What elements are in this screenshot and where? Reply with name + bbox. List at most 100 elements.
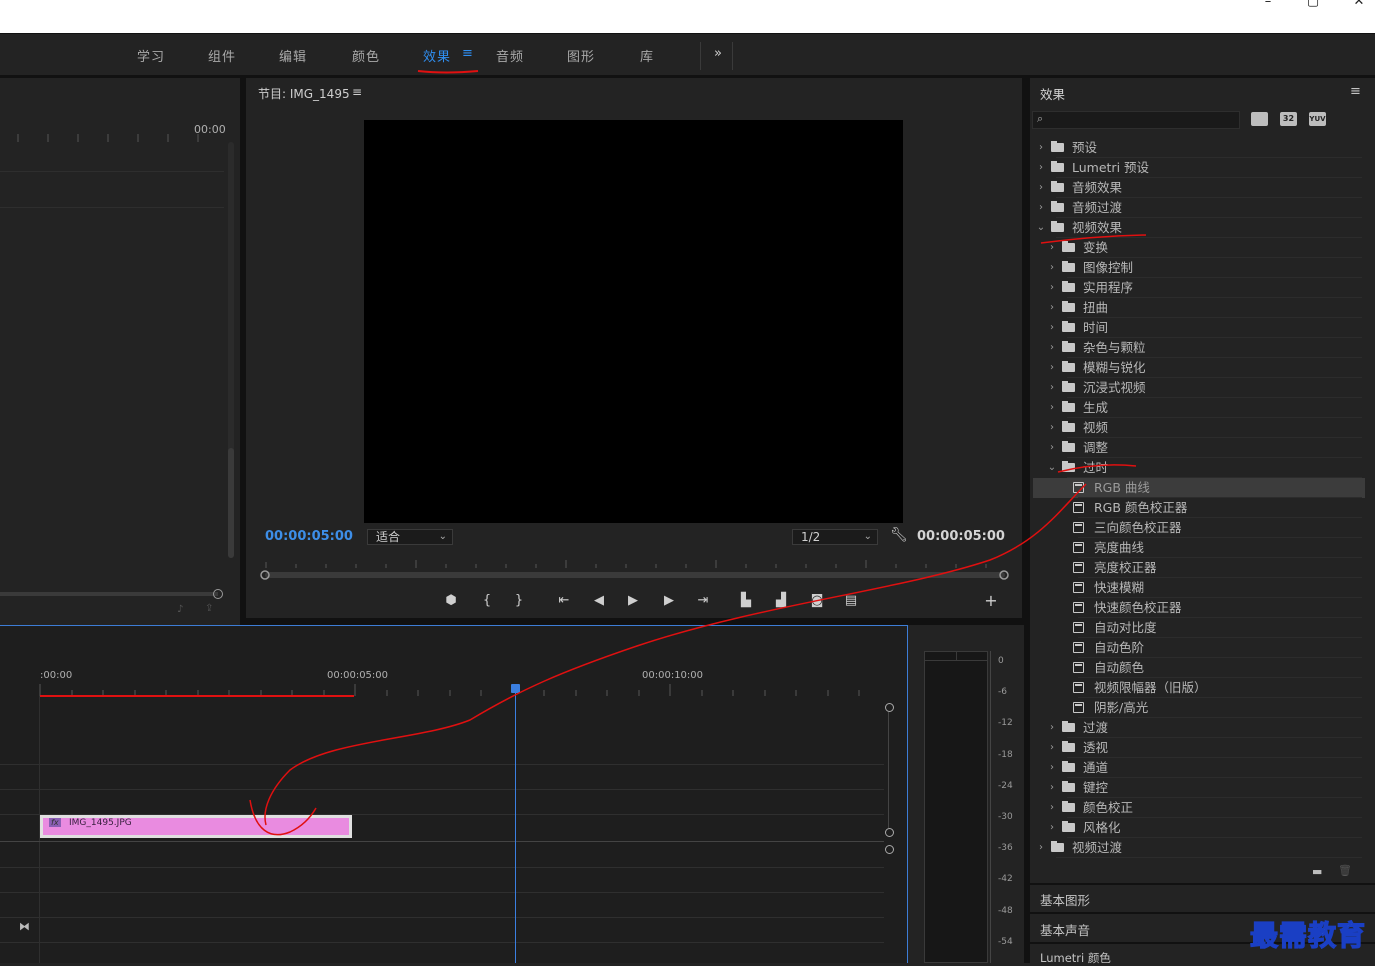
effects-tree-item[interactable]: 亮度校正器 (1033, 558, 1365, 578)
playhead-line[interactable] (515, 693, 516, 963)
chevron-right-icon[interactable]: › (1047, 758, 1057, 778)
chevron-right-icon[interactable]: › (1047, 278, 1057, 298)
source-scrollbar-thumb[interactable] (228, 448, 234, 558)
workspace-tab-color[interactable]: 颜色 (352, 46, 380, 65)
new-bin-icon[interactable]: ▬ (1312, 865, 1322, 878)
chevron-right-icon[interactable]: › (1047, 358, 1057, 378)
effects-tree-item[interactable]: › 风格化 (1033, 818, 1365, 838)
essential-graphics-panel[interactable]: 基本图形 (1040, 890, 1090, 909)
more-workspaces-icon[interactable]: » (714, 46, 723, 61)
workspace-tab-learn[interactable]: 学习 (137, 46, 165, 65)
effects-search-input[interactable]: ⌕ (1032, 111, 1240, 129)
chevron-down-icon[interactable]: ⌄ (1036, 218, 1046, 238)
chevron-right-icon[interactable]: › (1047, 338, 1057, 358)
lumetri-color-panel[interactable]: Lumetri 颜色 (1040, 950, 1111, 966)
effects-tree-item[interactable]: ⌄ 视频效果 (1033, 218, 1365, 238)
effects-tree-item[interactable]: › 变换 (1033, 238, 1365, 258)
workspace-tab-graphics[interactable]: 图形 (567, 46, 595, 65)
effects-tree-item[interactable]: ⌄ 过时 (1033, 458, 1365, 478)
effects-panel-menu-icon[interactable]: ≡ (1350, 84, 1361, 99)
fit-dropdown[interactable]: 适合 ⌄ (367, 529, 453, 545)
chevron-right-icon[interactable]: › (1047, 418, 1057, 438)
chevron-right-icon[interactable]: › (1047, 818, 1057, 838)
program-time-ruler[interactable] (258, 556, 1012, 584)
effects-panel-title[interactable]: 效果 (1040, 84, 1065, 103)
mark-in-icon[interactable]: { (477, 591, 497, 611)
close-icon[interactable]: ✕ (1344, 0, 1374, 14)
effects-tree-item[interactable]: › 杂色与颗粒 (1033, 338, 1365, 358)
program-monitor-title[interactable]: 节目: IMG_1495 (258, 85, 350, 102)
program-monitor-menu-icon[interactable]: ≡ (352, 85, 362, 99)
step-back-icon[interactable]: ◀︎ (589, 591, 609, 611)
comparison-view-icon[interactable]: ▤ (841, 591, 861, 611)
effects-tree-item[interactable]: 视频限幅器（旧版） (1033, 678, 1365, 698)
minimize-icon[interactable]: – (1253, 0, 1283, 14)
effects-tree-item[interactable]: RGB 颜色校正器 (1033, 498, 1365, 518)
chevron-right-icon[interactable]: › (1036, 198, 1046, 218)
effects-tree-item[interactable]: RGB 曲线 (1033, 478, 1365, 498)
track-zoom-icon[interactable]: ⧓ (19, 920, 30, 933)
source-zoom-handle[interactable] (213, 589, 223, 599)
timeline-scroll-handle[interactable] (885, 845, 894, 854)
effects-tree-item[interactable]: 快速颜色校正器 (1033, 598, 1365, 618)
workspace-tab-libraries[interactable]: 库 (640, 46, 654, 65)
chevron-right-icon[interactable]: › (1047, 438, 1057, 458)
add-button-icon[interactable]: + (981, 591, 1001, 611)
chevron-right-icon[interactable]: › (1036, 138, 1046, 158)
effects-tree-item[interactable]: › 音频效果 (1033, 178, 1365, 198)
source-scrollbar[interactable] (228, 142, 234, 558)
timeline-scrollbar[interactable] (888, 712, 889, 828)
chevron-right-icon[interactable]: › (1047, 398, 1057, 418)
effects-tree-item[interactable]: › 颜色校正 (1033, 798, 1365, 818)
go-to-out-icon[interactable]: ⇥ (693, 591, 713, 611)
chevron-right-icon[interactable]: › (1047, 258, 1057, 278)
chevron-right-icon[interactable]: › (1036, 838, 1046, 858)
workspace-tab-effects[interactable]: 效果 (423, 46, 451, 65)
effects-tree-item[interactable]: › 键控 (1033, 778, 1365, 798)
effects-tree-item[interactable]: › 过渡 (1033, 718, 1365, 738)
resolution-dropdown[interactable]: 1/2 ⌄ (792, 529, 878, 545)
effects-tree-item[interactable]: 自动颜色 (1033, 658, 1365, 678)
chevron-right-icon[interactable]: › (1047, 738, 1057, 758)
chevron-right-icon[interactable]: › (1047, 238, 1057, 258)
timeline-ruler[interactable] (0, 684, 908, 700)
effects-tree-item[interactable]: › 模糊与锐化 (1033, 358, 1365, 378)
effects-tree-item[interactable]: › 视频 (1033, 418, 1365, 438)
timeline-scroll-handle[interactable] (885, 703, 894, 712)
export-icon[interactable]: ⇪ (205, 603, 213, 614)
effects-tree-item[interactable]: 自动对比度 (1033, 618, 1365, 638)
playhead-handle[interactable] (511, 684, 520, 693)
program-current-time[interactable]: 00:00:05:00 (265, 529, 353, 544)
chevron-down-icon[interactable]: ⌄ (1047, 458, 1057, 478)
effects-tree-item[interactable]: 自动色阶 (1033, 638, 1365, 658)
effects-tree-item[interactable]: › 预设 (1033, 138, 1365, 158)
effects-tree-item[interactable]: › 生成 (1033, 398, 1365, 418)
chevron-right-icon[interactable]: › (1047, 798, 1057, 818)
workspace-tab-editing[interactable]: 编辑 (279, 46, 307, 65)
chevron-right-icon[interactable]: › (1047, 778, 1057, 798)
maximize-icon[interactable]: ▢ (1298, 0, 1328, 14)
chevron-right-icon[interactable]: › (1047, 718, 1057, 738)
essential-sound-panel[interactable]: 基本声音 (1040, 920, 1090, 939)
effects-tree-item[interactable]: › 调整 (1033, 438, 1365, 458)
chevron-right-icon[interactable]: › (1036, 178, 1046, 198)
workspace-menu-icon[interactable]: ≡ (462, 46, 473, 61)
timeline-clip[interactable]: fx IMG_1495.JPG (40, 815, 352, 838)
effects-tree-item[interactable]: › 通道 (1033, 758, 1365, 778)
effects-tree-item[interactable]: 三向颜色校正器 (1033, 518, 1365, 538)
effects-tree-item[interactable]: › 图像控制 (1033, 258, 1365, 278)
effects-tree-item[interactable]: › 实用程序 (1033, 278, 1365, 298)
effects-tree-item[interactable]: › Lumetri 预设 (1033, 158, 1365, 178)
chevron-right-icon[interactable]: › (1047, 298, 1057, 318)
chevron-right-icon[interactable]: › (1047, 318, 1057, 338)
step-forward-icon[interactable]: ▶︎ (659, 591, 679, 611)
timeline-scroll-handle[interactable] (885, 828, 894, 837)
go-to-in-icon[interactable]: ⇤ (554, 591, 574, 611)
effects-tree-item[interactable]: 亮度曲线 (1033, 538, 1365, 558)
wrench-icon[interactable]: 🔧︎ (890, 527, 908, 543)
delete-icon[interactable]: 🗑︎ (1338, 864, 1352, 877)
extract-icon[interactable]: ▟ (771, 591, 791, 611)
mark-out-icon[interactable]: } (509, 591, 529, 611)
lift-icon[interactable]: ▙ (736, 591, 756, 611)
effects-tree-item[interactable]: › 视频过渡 (1033, 838, 1365, 858)
